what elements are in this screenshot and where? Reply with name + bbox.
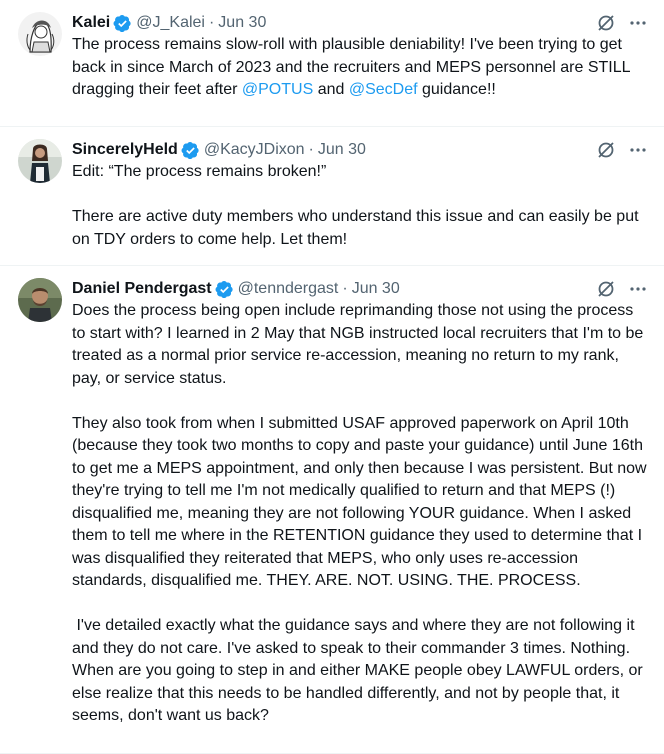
verified-icon xyxy=(215,280,234,299)
separator: · xyxy=(342,280,348,297)
avatar[interactable] xyxy=(18,278,62,322)
tweet-header: Daniel Pendergast @tenndergast · Jun 30 xyxy=(72,278,648,300)
more-icon[interactable] xyxy=(628,279,648,299)
more-icon[interactable] xyxy=(628,13,648,33)
tweet-header: Kalei @J_Kalei · Jun 30 xyxy=(72,12,648,34)
tweet-text-part: guidance!! xyxy=(417,81,496,98)
timestamp[interactable]: Jun 30 xyxy=(352,278,400,300)
user-handle[interactable]: @KacyJDixon xyxy=(204,139,305,161)
tweet-text-part: and xyxy=(313,81,349,98)
avatar[interactable] xyxy=(18,12,62,56)
separator: · xyxy=(308,141,314,158)
tweet-text: Edit: “The process remains broken!” Ther… xyxy=(72,163,639,248)
display-name[interactable]: Daniel Pendergast xyxy=(72,278,212,300)
grok-icon[interactable] xyxy=(596,140,616,160)
tweet[interactable]: Daniel Pendergast @tenndergast · Jun 30 … xyxy=(0,266,664,754)
mention-link[interactable]: @POTUS xyxy=(242,81,313,98)
timestamp[interactable]: Jun 30 xyxy=(318,139,366,161)
more-icon[interactable] xyxy=(628,140,648,160)
display-name[interactable]: SincerelyHeld xyxy=(72,139,178,161)
avatar[interactable] xyxy=(18,139,62,183)
timestamp[interactable]: Jun 30 xyxy=(218,12,266,34)
verified-icon xyxy=(181,141,200,160)
separator: · xyxy=(208,14,215,31)
user-handle[interactable]: @J_Kalei xyxy=(136,12,205,34)
tweet[interactable]: Kalei @J_Kalei · Jun 30 The process rema… xyxy=(0,0,664,127)
mention-link[interactable]: @SecDef xyxy=(349,81,418,98)
grok-icon[interactable] xyxy=(596,13,616,33)
user-handle[interactable]: @tenndergast xyxy=(238,278,339,300)
grok-icon[interactable] xyxy=(596,279,616,299)
tweet-text: Does the process being open include repr… xyxy=(72,302,647,724)
verified-icon xyxy=(113,14,132,33)
display-name[interactable]: Kalei xyxy=(72,12,110,34)
tweet[interactable]: SincerelyHeld @KacyJDixon · Jun 30 Edit:… xyxy=(0,127,664,266)
tweet-text: The process remains slow-roll with plaus… xyxy=(72,34,648,102)
tweet-header: SincerelyHeld @KacyJDixon · Jun 30 xyxy=(72,139,648,161)
reply-feed: Kalei @J_Kalei · Jun 30 The process rema… xyxy=(0,0,664,754)
